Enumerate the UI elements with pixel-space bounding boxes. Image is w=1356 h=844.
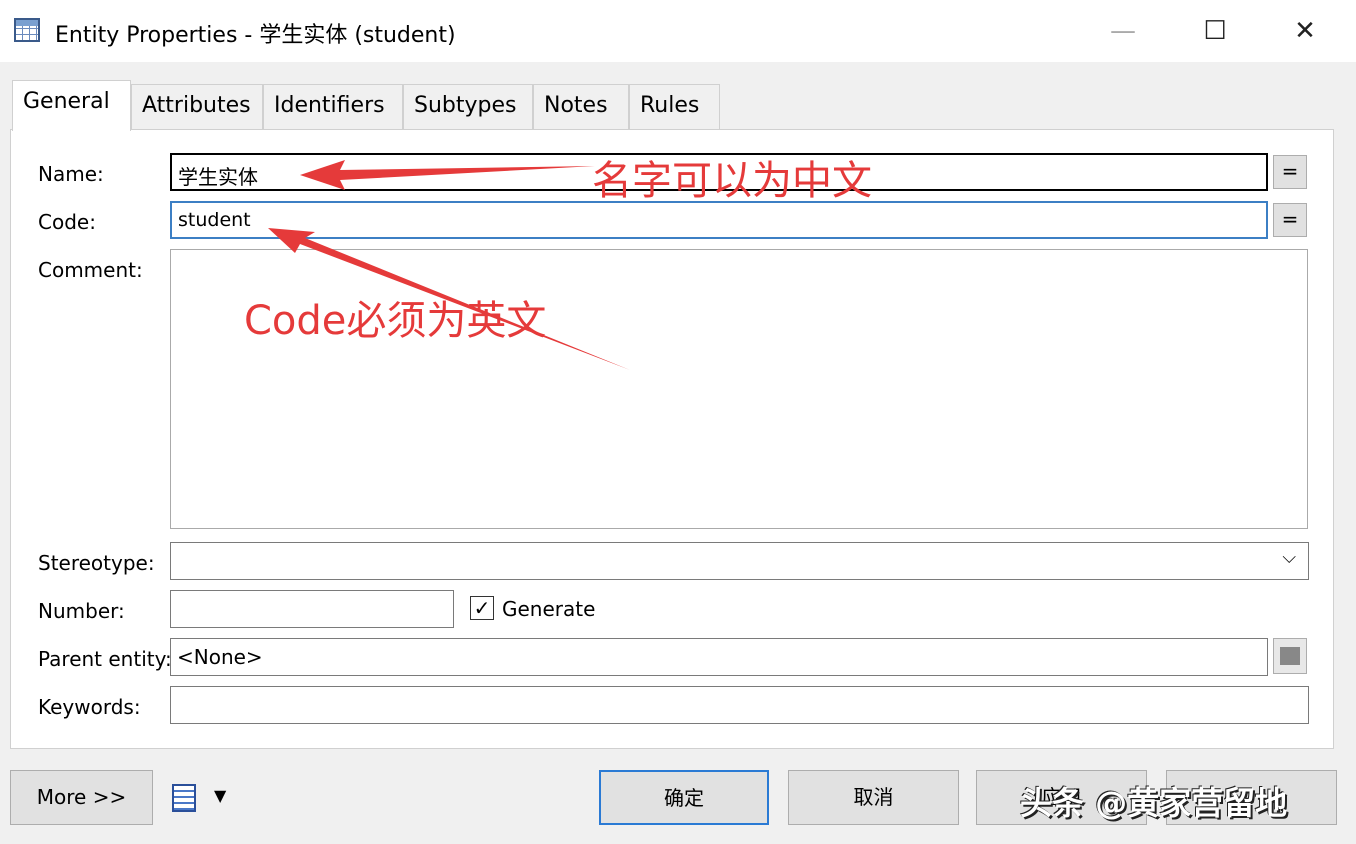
cancel-button[interactable]: 取消 <box>788 770 959 825</box>
code-arrow <box>268 228 630 370</box>
annotation-arrows <box>268 160 630 370</box>
dropdown-arrow-icon[interactable]: ▼ <box>214 786 226 805</box>
more-button[interactable]: More >> <box>10 770 153 825</box>
tab-general[interactable]: General <box>12 80 131 131</box>
print-icon[interactable] <box>172 784 196 812</box>
ok-button[interactable]: 确定 <box>599 770 769 825</box>
watermark: 头条 @黄家营留地 <box>1020 784 1288 822</box>
name-arrow <box>300 160 595 190</box>
